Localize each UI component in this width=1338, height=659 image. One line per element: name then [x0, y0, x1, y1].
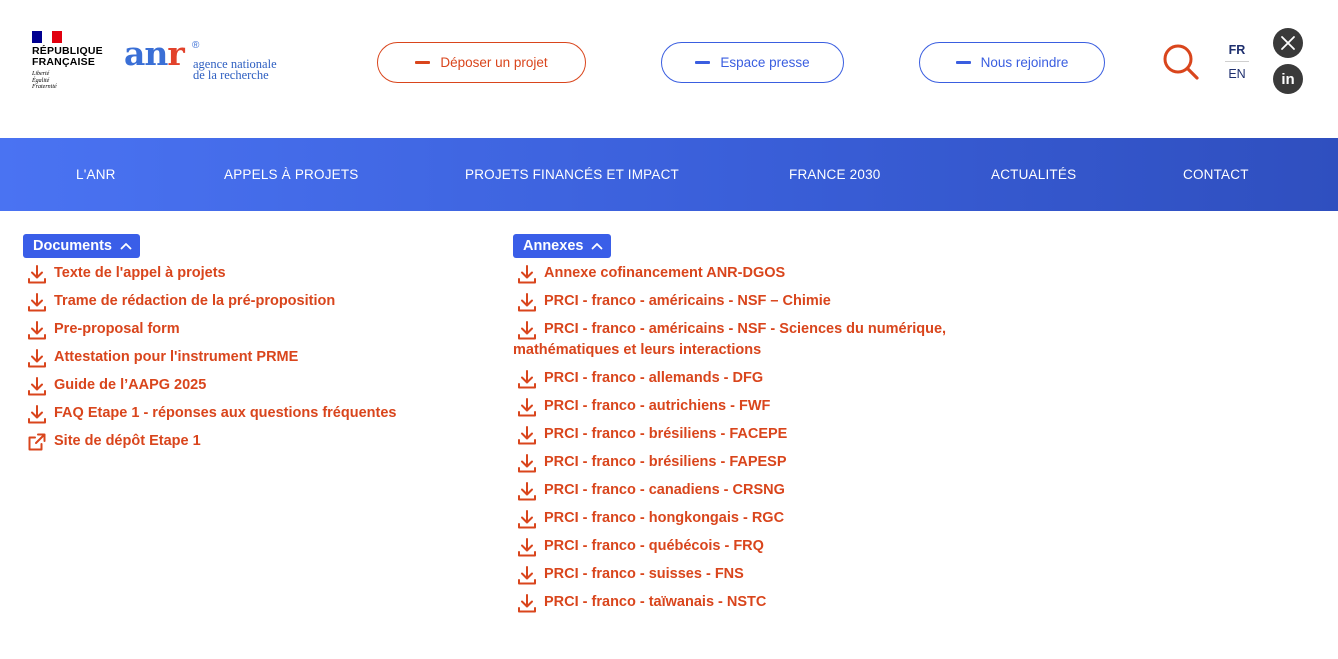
nav-item-appels-a-projets[interactable]: APPELS À PROJETS	[224, 138, 359, 211]
download-icon	[518, 321, 536, 340]
nous-rejoindre-button[interactable]: Nous rejoindre	[919, 42, 1105, 83]
motto-fraternite: Fraternité	[32, 84, 57, 90]
annex-link[interactable]: Annexe cofinancement ANR-DGOS	[513, 263, 1013, 284]
download-icon	[518, 594, 536, 613]
annex-link[interactable]: PRCI - franco - hongkongais - RGC	[513, 508, 1013, 529]
annex-link[interactable]: PRCI - franco - taïwanais - NSTC	[513, 592, 1013, 613]
annexes-toggle-button[interactable]: Annexes	[513, 234, 612, 258]
annex-link[interactable]: PRCI - franco - américains - NSF – Chimi…	[513, 291, 1013, 312]
annex-link[interactable]: PRCI - franco - suisses - FNS	[513, 564, 1013, 585]
anr-letter-r: r	[167, 34, 184, 73]
download-icon	[28, 293, 46, 312]
annex-link-label: PRCI - franco - québécois - FRQ	[544, 538, 764, 554]
nav-item-projets-finances[interactable]: PROJETS FINANCÉS ET IMPACT	[465, 138, 679, 211]
download-icon	[518, 510, 536, 529]
nav-item-contact[interactable]: CONTACT	[1183, 138, 1249, 211]
deposer-projet-label: Déposer un projet	[440, 55, 548, 70]
language-switcher: FR EN	[1225, 43, 1249, 81]
chevron-up-icon	[120, 243, 132, 250]
annex-link[interactable]: PRCI - franco - américains - NSF - Scien…	[513, 319, 1013, 361]
download-icon	[518, 426, 536, 445]
annex-link-label: PRCI - franco - brésiliens - FACEPE	[544, 426, 788, 442]
annex-link[interactable]: PRCI - franco - autrichiens - FWF	[513, 396, 1013, 417]
download-icon	[518, 538, 536, 557]
download-icon	[518, 293, 536, 312]
annex-link-label: Annexe cofinancement ANR-DGOS	[544, 265, 786, 281]
anr-letter-a: a	[124, 34, 145, 73]
documents-list: Texte de l'appel à projets Trame de réda…	[23, 263, 493, 459]
lang-fr-link[interactable]: FR	[1225, 43, 1249, 62]
republique-francaise-logo[interactable]: RÉPUBLIQUE FRANÇAISE Liberté Égalité Fra…	[32, 31, 112, 91]
download-icon	[28, 349, 46, 368]
external-link-icon	[28, 433, 46, 451]
document-link[interactable]: Trame de rédaction de la pré-proposition	[23, 291, 493, 312]
main-nav: L'ANR APPELS À PROJETS PROJETS FINANCÉS …	[0, 138, 1338, 211]
nav-item-lanr[interactable]: L'ANR	[76, 138, 116, 211]
download-icon	[518, 454, 536, 473]
espace-presse-label: Espace presse	[720, 55, 810, 70]
download-icon	[28, 265, 46, 284]
annex-link-label: PRCI - franco - taïwanais - NSTC	[544, 594, 767, 610]
download-icon	[518, 398, 536, 417]
annexes-list: Annexe cofinancement ANR-DGOS PRCI - fra…	[513, 263, 1013, 620]
nous-rejoindre-label: Nous rejoindre	[980, 55, 1069, 70]
download-icon	[28, 321, 46, 340]
anr-letter-n: n	[144, 34, 168, 73]
dash-icon	[415, 61, 431, 64]
annex-link-label: PRCI - franco - autrichiens - FWF	[544, 398, 771, 414]
anr-registered-mark: ®	[192, 40, 200, 51]
annexes-title: Annexes	[523, 238, 584, 254]
document-link-label: Guide de l’AAPG 2025	[54, 377, 207, 393]
annex-link-label: PRCI - franco - canadiens - CRSNG	[544, 482, 785, 498]
x-twitter-icon[interactable]	[1273, 28, 1303, 58]
anr-logo[interactable]: anr ® agence nationale de la recherche	[124, 34, 294, 84]
download-icon	[518, 370, 536, 389]
annex-link-label: PRCI - franco - suisses - FNS	[544, 566, 744, 582]
download-icon	[518, 482, 536, 501]
chevron-up-icon	[592, 243, 603, 250]
annex-link-label: PRCI - franco - allemands - DFG	[544, 370, 764, 386]
documents-title: Documents	[33, 238, 112, 254]
espace-presse-button[interactable]: Espace presse	[661, 42, 844, 83]
nav-item-actualites[interactable]: ACTUALITÉS	[991, 138, 1076, 211]
download-icon	[28, 377, 46, 396]
document-link-label: Texte de l'appel à projets	[54, 265, 226, 281]
annex-link[interactable]: PRCI - franco - brésiliens - FACEPE	[513, 424, 1013, 445]
nav-item-france-2030[interactable]: FRANCE 2030	[789, 138, 881, 211]
document-link[interactable]: Guide de l’AAPG 2025	[23, 375, 493, 396]
annex-link[interactable]: PRCI - franco - québécois - FRQ	[513, 536, 1013, 557]
dash-icon	[695, 61, 711, 64]
annex-link-label: PRCI - franco - brésiliens - FAPESP	[544, 454, 787, 470]
annex-link-label: PRCI - franco - américains - NSF – Chimi…	[544, 293, 831, 309]
document-link[interactable]: Pre-proposal form	[23, 319, 493, 340]
site-header: RÉPUBLIQUE FRANÇAISE Liberté Égalité Fra…	[0, 0, 1338, 138]
document-link-label: Attestation pour l'instrument PRME	[54, 349, 299, 365]
annex-link[interactable]: PRCI - franco - brésiliens - FAPESP	[513, 452, 1013, 473]
annex-link[interactable]: PRCI - franco - canadiens - CRSNG	[513, 480, 1013, 501]
search-icon[interactable]	[1162, 43, 1200, 81]
document-link-label: Trame de rédaction de la pré-proposition	[54, 293, 336, 309]
dash-icon	[955, 61, 971, 64]
republique-line2: FRANÇAISE	[32, 56, 96, 68]
document-link-label: Site de dépôt Etape 1	[54, 433, 201, 449]
annex-link-label: PRCI - franco - américains - NSF - Scien…	[513, 321, 947, 358]
document-link-label: FAQ Etape 1 - réponses aux questions fré…	[54, 405, 397, 421]
document-link[interactable]: Site de dépôt Etape 1	[23, 431, 493, 452]
annex-link[interactable]: PRCI - franco - allemands - DFG	[513, 368, 1013, 389]
deposer-projet-button[interactable]: Déposer un projet	[377, 42, 586, 83]
linkedin-icon[interactable]: in	[1273, 64, 1303, 94]
anr-subtitle-2: de la recherche	[193, 68, 269, 82]
document-link[interactable]: Attestation pour l'instrument PRME	[23, 347, 493, 368]
documents-toggle-button[interactable]: Documents	[23, 234, 140, 258]
document-link[interactable]: FAQ Etape 1 - réponses aux questions fré…	[23, 403, 493, 424]
linkedin-label: in	[1281, 70, 1295, 88]
download-icon	[518, 566, 536, 585]
french-flag-icon	[32, 31, 62, 43]
download-icon	[28, 405, 46, 424]
document-link[interactable]: Texte de l'appel à projets	[23, 263, 493, 284]
download-icon	[518, 265, 536, 284]
document-link-label: Pre-proposal form	[54, 321, 180, 337]
lang-en-link[interactable]: EN	[1225, 62, 1249, 81]
annex-link-label: PRCI - franco - hongkongais - RGC	[544, 510, 785, 526]
